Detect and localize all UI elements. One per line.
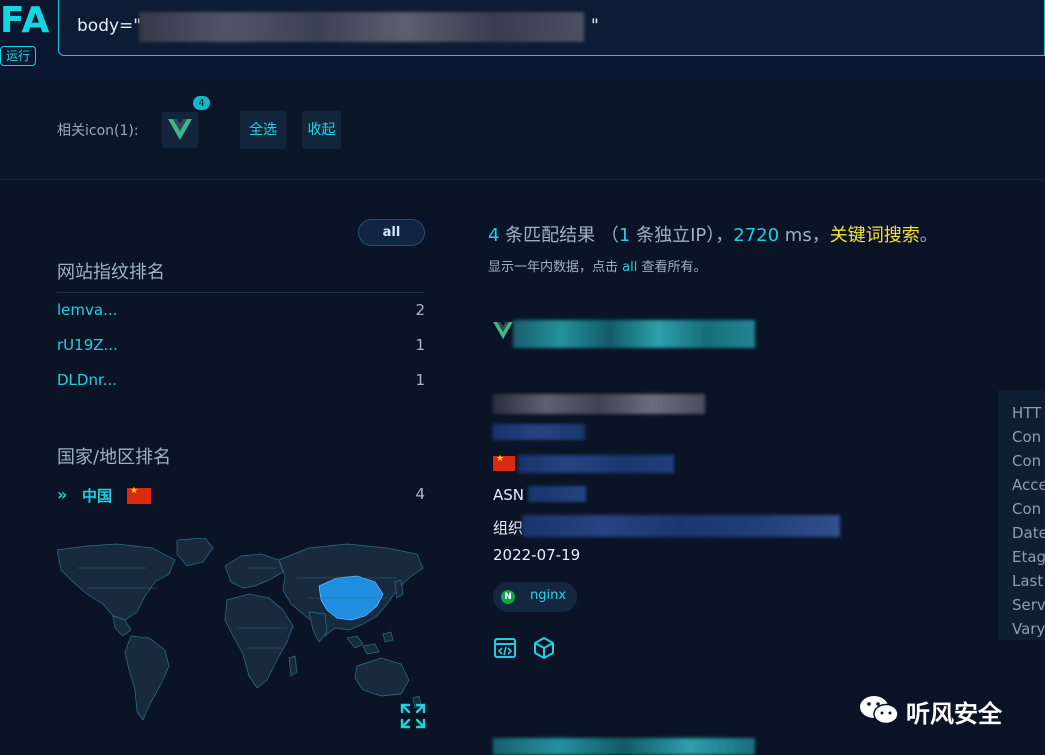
redacted-location (493, 394, 705, 414)
result-title-redacted[interactable] (493, 318, 755, 350)
separator: ， (715, 225, 734, 246)
ip-count: 1 (618, 225, 631, 246)
query-time-unit: ms (779, 225, 812, 246)
icon-count-badge: 4 (192, 95, 211, 111)
separator: ， (811, 225, 830, 246)
redacted-title (513, 320, 755, 348)
fingerprint-row[interactable]: rU19Z... 1 (57, 336, 425, 360)
fingerprint-count: 2 (415, 301, 425, 319)
fingerprint-count: 1 (415, 371, 425, 389)
fingerprint-rank-title: 网站指纹排名 (57, 262, 165, 283)
header-line: Vary (1012, 620, 1045, 638)
query-time: 2720 (733, 225, 780, 246)
related-icons-bar: 相关icon(1): 全选 收起 (0, 82, 1045, 180)
nginx-icon: N (501, 590, 515, 604)
header-line: HTT (1012, 404, 1042, 422)
fingerprint-row[interactable]: lemva... 2 (57, 301, 425, 325)
note-suffix: 查看所有。 (637, 260, 707, 275)
asn-label: ASN (493, 486, 525, 504)
expand-icon[interactable] (400, 703, 426, 729)
app-logo: FA (0, 0, 51, 41)
vue-logo-icon[interactable] (162, 112, 198, 148)
ip-count-suffix: 条独立IP） (630, 225, 716, 246)
results-summary: 4 条匹配结果 （1 条独立IP），2720 ms，关键词搜索。 (488, 221, 938, 247)
header-line: Con (1012, 452, 1042, 470)
china-flag-icon (493, 454, 515, 471)
result-count: 4 (488, 225, 500, 246)
response-headers-panel[interactable]: HTT Con Con Acce Con Date Etag Last Serv… (998, 390, 1045, 640)
run-button[interactable]: 运行 (0, 46, 36, 66)
divider (57, 292, 425, 293)
header-line: Con (1012, 500, 1042, 518)
china-flag-icon (127, 486, 151, 504)
period: 。 (919, 225, 938, 246)
all-button[interactable]: all (358, 219, 425, 246)
server-tag[interactable]: N nginx (493, 582, 577, 612)
fingerprint-count: 1 (415, 336, 425, 354)
vue-logo-icon (493, 322, 513, 340)
org-label: 组织 (493, 519, 524, 537)
header-line: Date (1012, 524, 1045, 542)
watermark: 听风安全 (858, 690, 1028, 730)
results-note: 显示一年内数据，点击 all 查看所有。 (488, 256, 706, 275)
fingerprint-row[interactable]: DLDnr... 1 (57, 371, 425, 395)
show-all-link[interactable]: all (622, 260, 637, 275)
note-prefix: 显示一年内数据，点击 (488, 260, 623, 275)
select-all-button[interactable]: 全选 (240, 111, 286, 149)
result-count-suffix: 条匹配结果 （ (499, 225, 619, 246)
search-query-prefix: body=" (77, 16, 142, 36)
country-rank-title: 国家/地区排名 (57, 447, 172, 468)
wechat-icon (860, 696, 899, 725)
watermark-text: 听风安全 (906, 700, 1002, 728)
fingerprint-name[interactable]: lemva... (57, 301, 117, 319)
header-line: Serv (1012, 596, 1045, 614)
world-map[interactable] (57, 538, 425, 733)
search-query-suffix: " (591, 16, 599, 36)
redacted-ip (493, 424, 585, 440)
cube-icon[interactable] (532, 636, 556, 660)
redacted-query (139, 12, 584, 42)
fingerprint-name[interactable]: DLDnr... (57, 371, 117, 389)
redacted-org (522, 515, 840, 537)
country-name[interactable]: 中国 (82, 485, 112, 506)
next-result-title-redacted[interactable] (493, 738, 755, 755)
collapse-button[interactable]: 收起 (302, 111, 341, 149)
search-input[interactable]: body=" " (58, 0, 1045, 56)
redacted-title (493, 738, 755, 755)
redacted-asn (528, 486, 586, 502)
top-bar: FA 运行 body=" " (0, 0, 1045, 80)
redacted-region (518, 455, 674, 473)
server-tag-label: nginx (530, 588, 567, 603)
header-line: Last (1012, 572, 1044, 590)
country-row[interactable]: » 中国 4 (57, 485, 425, 509)
chevron-double-right-icon: » (57, 485, 68, 504)
keyword-search-link[interactable]: 关键词搜索 (830, 225, 920, 246)
code-icon[interactable] (493, 636, 517, 660)
result-date: 2022-07-19 (493, 546, 581, 564)
country-count: 4 (415, 485, 425, 503)
header-line: Acce (1012, 476, 1045, 494)
fingerprint-name[interactable]: rU19Z... (57, 336, 118, 354)
header-line: Etag (1012, 548, 1045, 566)
related-icons-label: 相关icon(1): (57, 123, 139, 139)
header-line: Con (1012, 428, 1042, 446)
